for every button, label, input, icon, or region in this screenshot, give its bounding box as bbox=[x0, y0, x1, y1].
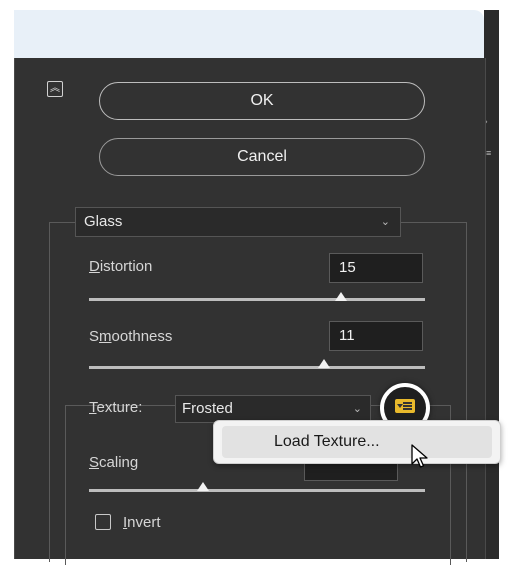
texture-label-mnemonic: T bbox=[89, 399, 97, 416]
distortion-slider-thumb[interactable] bbox=[335, 292, 347, 301]
texture-label: Texture: bbox=[89, 399, 142, 416]
chevron-down-icon: ⌄ bbox=[380, 216, 390, 228]
distortion-label-mnemonic: D bbox=[89, 258, 100, 275]
filter-type-value: Glass bbox=[84, 213, 123, 230]
texture-label-rest: exture: bbox=[96, 399, 143, 416]
distortion-label-rest: istortion bbox=[99, 258, 153, 275]
scaling-label: Scaling bbox=[89, 454, 138, 471]
distortion-label: Distortion bbox=[89, 258, 152, 275]
smoothness-slider-thumb[interactable] bbox=[318, 359, 331, 368]
smoothness-label: Smoothness bbox=[89, 328, 172, 345]
smoothness-slider-track[interactable] bbox=[89, 366, 425, 369]
mouse-pointer-icon bbox=[411, 444, 428, 468]
scaling-slider-thumb[interactable] bbox=[197, 482, 210, 491]
texture-menu-icon bbox=[395, 399, 415, 413]
scaling-label-rest: caling bbox=[99, 454, 139, 471]
texture-popup-menu: Load Texture... bbox=[213, 420, 501, 464]
smoothness-label-mnemonic: m bbox=[99, 328, 112, 345]
window-titlebar bbox=[14, 10, 484, 58]
scaling-label-mnemonic: S bbox=[89, 454, 100, 471]
smoothness-input[interactable]: 11 bbox=[329, 321, 423, 351]
invert-label[interactable]: Invert bbox=[123, 514, 161, 531]
right-side-strip: › ≡ bbox=[484, 10, 499, 559]
smoothness-label-rest: oothness bbox=[111, 328, 173, 345]
invert-label-rest: nvert bbox=[127, 514, 161, 531]
invert-checkbox[interactable] bbox=[95, 514, 111, 530]
menu-lines-icon: ≡ bbox=[486, 148, 492, 158]
distortion-slider-track[interactable] bbox=[89, 298, 425, 301]
cancel-button[interactable]: Cancel bbox=[99, 138, 425, 176]
filter-type-select[interactable]: Glass ⌄ bbox=[75, 207, 401, 237]
chevron-down-icon: ⌄ bbox=[352, 403, 362, 415]
filter-dialog-panel: ︽ OK Cancel Glass ⌄ Distortion 15 Smooth… bbox=[14, 58, 486, 565]
ok-button[interactable]: OK bbox=[99, 82, 425, 120]
distortion-input[interactable]: 15 bbox=[329, 253, 423, 283]
scaling-slider-track[interactable] bbox=[89, 489, 425, 492]
double-chevron-up-icon[interactable]: ︽ bbox=[47, 81, 63, 97]
texture-select[interactable]: Frosted ⌄ bbox=[175, 395, 371, 423]
smoothness-label-prefix: S bbox=[89, 328, 100, 345]
texture-value: Frosted bbox=[182, 400, 233, 417]
load-texture-menu-item[interactable]: Load Texture... bbox=[222, 426, 492, 458]
